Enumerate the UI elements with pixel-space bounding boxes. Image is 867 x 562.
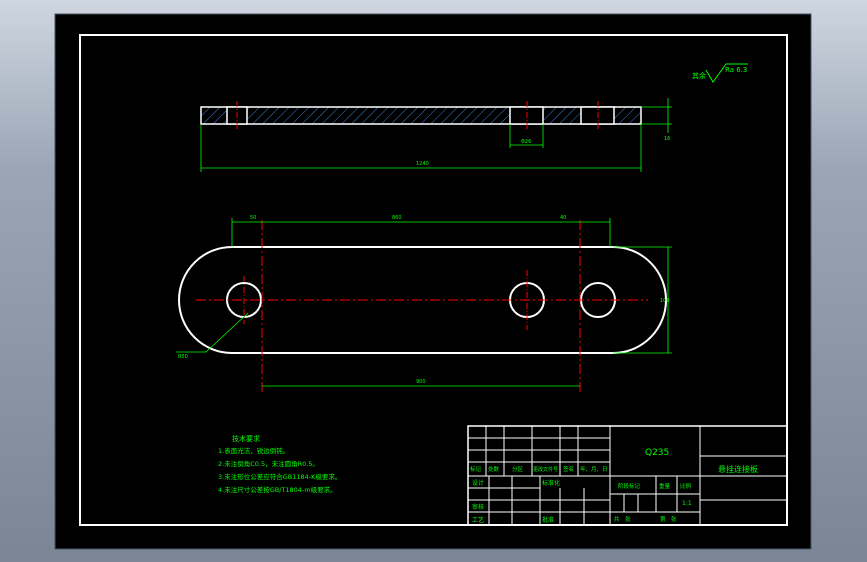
roughness-value-label: Ra 6.3 [725,66,747,74]
weight-label: 重量 [659,482,671,490]
row-label-count: 处数 [488,465,500,473]
design-label: 设计 [472,479,484,487]
notes-title: 技术要求 [232,434,260,443]
dim-plan-left: 50 [250,215,256,221]
note-line-2: 2.未注倒角C0.5，未注圆角R0.5。 [218,459,319,468]
dim-plan-bottom: 900 [416,379,426,385]
row-label-sign: 签名 [563,465,574,473]
scale-value: 1:1 [682,500,692,507]
dim-top-hole: Φ26 [521,139,531,145]
row-label-mark: 标记 [470,465,482,473]
dim-plan-height: 100 [660,298,670,304]
process-label: 工艺 [472,516,484,524]
review-label: 审核 [472,503,484,511]
sheet-no-label: 第 张 [660,515,677,523]
dim-plan-mid: 860 [392,215,402,221]
note-line-4: 4.未注尺寸公差按GB/T1804-m级要求。 [218,485,337,494]
part-name-label: 悬挂连接板 [718,464,758,474]
row-label-date: 年、月、日 [580,465,608,473]
standardize-label: 标准化 [542,479,560,487]
drawing-area [54,13,812,550]
cad-viewport[interactable]: 其余 Ra 6.3 1240 Φ26 16 50 860 40 900 100 … [0,0,867,562]
note-line-3: 3.未注形位公差应符合GB1184-K级要求。 [218,472,341,481]
dim-plan-right: 40 [560,215,566,221]
material-label: Q235 [645,448,669,458]
note-line-1: 1.表面光洁，锐边倒钝。 [218,446,289,455]
row-label-doc: 更改文件号 [533,466,558,473]
sheet-total-label: 共 张 [614,515,631,523]
ratio-label: 比例 [680,482,692,490]
roughness-note-label: 其余 [692,71,706,80]
dim-top-total: 1240 [416,161,429,167]
row-label-zone: 分区 [512,465,524,473]
approve-label: 批准 [542,516,554,524]
dim-radius: R50 [178,354,188,360]
stage-mark-label: 阶段标记 [618,482,641,490]
dim-top-thickness: 16 [664,136,670,142]
